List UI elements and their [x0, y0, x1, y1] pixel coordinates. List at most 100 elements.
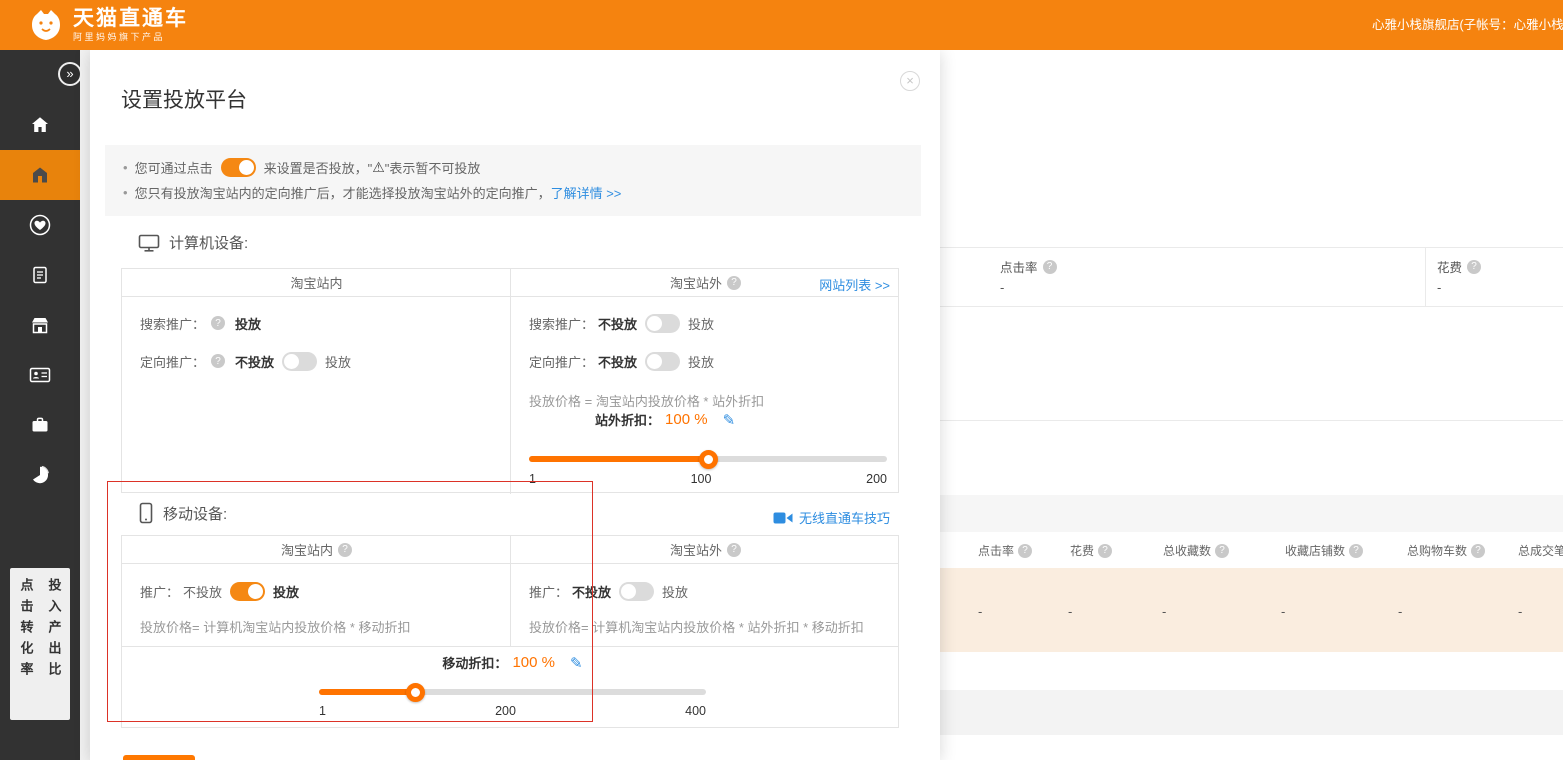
warning-icon: ⚠ — [372, 160, 385, 176]
column-header: 总购物车数? — [1407, 542, 1485, 559]
mobile-section-title: 移动设备: — [163, 503, 227, 524]
sidebar-metrics-panel[interactable]: 点击转化率 投入产出比 — [10, 568, 70, 720]
wireless-tips-link[interactable]: 无线直通车技巧 — [773, 508, 890, 527]
background-report-page: 点击率 ? - 花费 ? - 点击率? 花费? 总收藏数? 收藏店铺数? 总购物… — [940, 50, 1563, 760]
confirm-button[interactable] — [123, 755, 195, 760]
stat-label: 点击率 ? — [1000, 257, 1057, 276]
column-title: 淘宝站内 — [290, 273, 342, 292]
home-icon — [30, 115, 50, 135]
mobile-phone-icon — [138, 502, 154, 524]
edit-pencil-icon[interactable]: ✎ — [570, 654, 583, 672]
row-label: 搜索推广： — [140, 314, 205, 333]
offsite-search-toggle[interactable] — [645, 314, 680, 333]
slider-fill — [529, 456, 708, 462]
slider-fill — [319, 689, 416, 695]
column-title: 淘宝站外 — [670, 273, 722, 292]
column-header: 收藏店铺数? — [1285, 542, 1363, 559]
scale-mid: 100 — [691, 472, 712, 486]
help-icon[interactable]: ? — [211, 316, 225, 330]
table-header-line — [122, 563, 898, 564]
shop-house-icon — [30, 165, 50, 185]
slider-scale: 1 200 400 — [319, 704, 706, 718]
row-label: 搜索推广： — [529, 314, 594, 333]
screen: 点击率 ? - 花费 ? - 点击率? 花费? 总收藏数? 收藏店铺数? 总购物… — [0, 0, 1563, 760]
stat-label: 花费 ? — [1437, 257, 1481, 276]
discount-label: 移动折扣： — [442, 653, 507, 672]
sidebar: 点击转化率 投入产出比 — [0, 50, 80, 760]
column-header: 点击率? — [978, 542, 1032, 559]
tip1-mid: 来设置是否投放，" — [264, 158, 373, 177]
help-icon[interactable]: ? — [211, 354, 225, 368]
offsite-target-toggle[interactable] — [645, 352, 680, 371]
mobile-offsite-toggle[interactable] — [619, 582, 654, 601]
learn-more-link[interactable]: 了解详情 >> — [551, 183, 622, 202]
section-separator — [940, 495, 1563, 532]
table-row-line — [122, 646, 898, 647]
metric-roi: 投入产出比 — [45, 578, 64, 720]
sidebar-item-reports[interactable] — [0, 250, 80, 300]
onsite-target-row: 定向推广： ? 不投放 投放 — [140, 349, 351, 373]
sidebar-item-tools[interactable] — [0, 400, 80, 450]
discount-value: 100 % — [665, 411, 708, 428]
help-icon[interactable]: ? — [727, 543, 741, 557]
id-card-icon — [29, 365, 51, 385]
sidebar-item-analytics[interactable] — [0, 450, 80, 500]
sidebar-expand-button[interactable]: » — [58, 62, 82, 86]
help-icon[interactable]: ? — [1215, 544, 1229, 558]
onsite-search-row: 搜索推广： ? 投放 — [140, 311, 261, 335]
slider-handle[interactable] — [699, 450, 718, 469]
help-icon[interactable]: ? — [338, 543, 352, 557]
sidebar-item-campaign-selected[interactable] — [0, 150, 80, 200]
offsite-target-row: 定向推广： 不投放 投放 — [529, 349, 714, 373]
discount-label: 站外折扣： — [595, 410, 660, 429]
stat-value: - — [1437, 280, 1441, 295]
tip2-text: 您只有投放淘宝站内的定向推广后，才能选择投放淘宝站外的定向推广， — [135, 183, 551, 202]
onsite-target-toggle[interactable] — [282, 352, 317, 371]
computer-settings-table: 淘宝站内 淘宝站外 ? 网站列表 >> 搜索推广： ? 投放 定向推广： ? 不… — [121, 268, 899, 493]
status-active: 投放 — [273, 582, 299, 601]
help-icon[interactable]: ? — [727, 276, 741, 290]
website-list-link[interactable]: 网站列表 >> — [819, 275, 890, 294]
help-icon[interactable]: ? — [1349, 544, 1363, 558]
column-header-text: 总购物车数 — [1407, 542, 1467, 559]
edit-pencil-icon[interactable]: ✎ — [723, 411, 736, 429]
close-icon[interactable]: × — [900, 71, 920, 91]
sidebar-item-favorites[interactable] — [0, 200, 80, 250]
scale-mid: 200 — [495, 704, 516, 718]
top-bar: 天猫直通车 阿里妈妈旗下产品 心雅小栈旗舰店(子帐号：心雅小栈 — [0, 0, 1563, 50]
column-header: 花费? — [1070, 542, 1112, 559]
sidebar-item-store[interactable] — [0, 300, 80, 350]
mobile-discount-slider[interactable] — [319, 689, 706, 695]
scale-max: 400 — [685, 704, 706, 718]
computer-section-title: 计算机设备: — [169, 232, 248, 253]
column-header: 总收藏数? — [1163, 542, 1229, 559]
column-header: 总成交笔 — [1518, 542, 1563, 559]
help-icon[interactable]: ? — [1467, 260, 1481, 274]
column-header-text: 总收藏数 — [1163, 542, 1211, 559]
help-icon[interactable]: ? — [1471, 544, 1485, 558]
document-icon — [30, 265, 50, 285]
bullet-icon: • — [123, 185, 128, 200]
slider-handle[interactable] — [406, 683, 425, 702]
slider-scale: 1 100 200 — [529, 472, 887, 486]
offsite-discount-slider[interactable] — [529, 456, 887, 462]
status-off: 不投放 — [598, 314, 637, 333]
column-taobao-offsite: 淘宝站外 ? — [511, 536, 900, 563]
discount-value: 100 % — [512, 654, 555, 671]
help-icon[interactable]: ? — [1018, 544, 1032, 558]
help-icon[interactable]: ? — [1043, 260, 1057, 274]
row-label: 推广： — [140, 582, 179, 601]
column-taobao-onsite: 淘宝站内 — [122, 269, 511, 296]
sidebar-item-home[interactable] — [0, 100, 80, 150]
summary-stats-row: 点击率 ? - 花费 ? - — [940, 247, 1563, 307]
logo[interactable]: 天猫直通车 阿里妈妈旗下产品 — [28, 7, 188, 43]
help-icon[interactable]: ? — [1098, 544, 1112, 558]
mobile-onsite-toggle[interactable] — [230, 582, 265, 601]
mobile-offsite-row: 推广： 不投放 投放 — [529, 579, 688, 603]
table-cell: - — [1398, 604, 1402, 619]
account-info[interactable]: 心雅小栈旗舰店(子帐号：心雅小栈 — [1372, 0, 1563, 50]
sidebar-item-account-card[interactable] — [0, 350, 80, 400]
briefcase-icon — [30, 415, 50, 435]
report-table-row-highlighted[interactable]: - - - - - - — [940, 568, 1563, 652]
computer-section-header: 计算机设备: — [138, 232, 248, 253]
